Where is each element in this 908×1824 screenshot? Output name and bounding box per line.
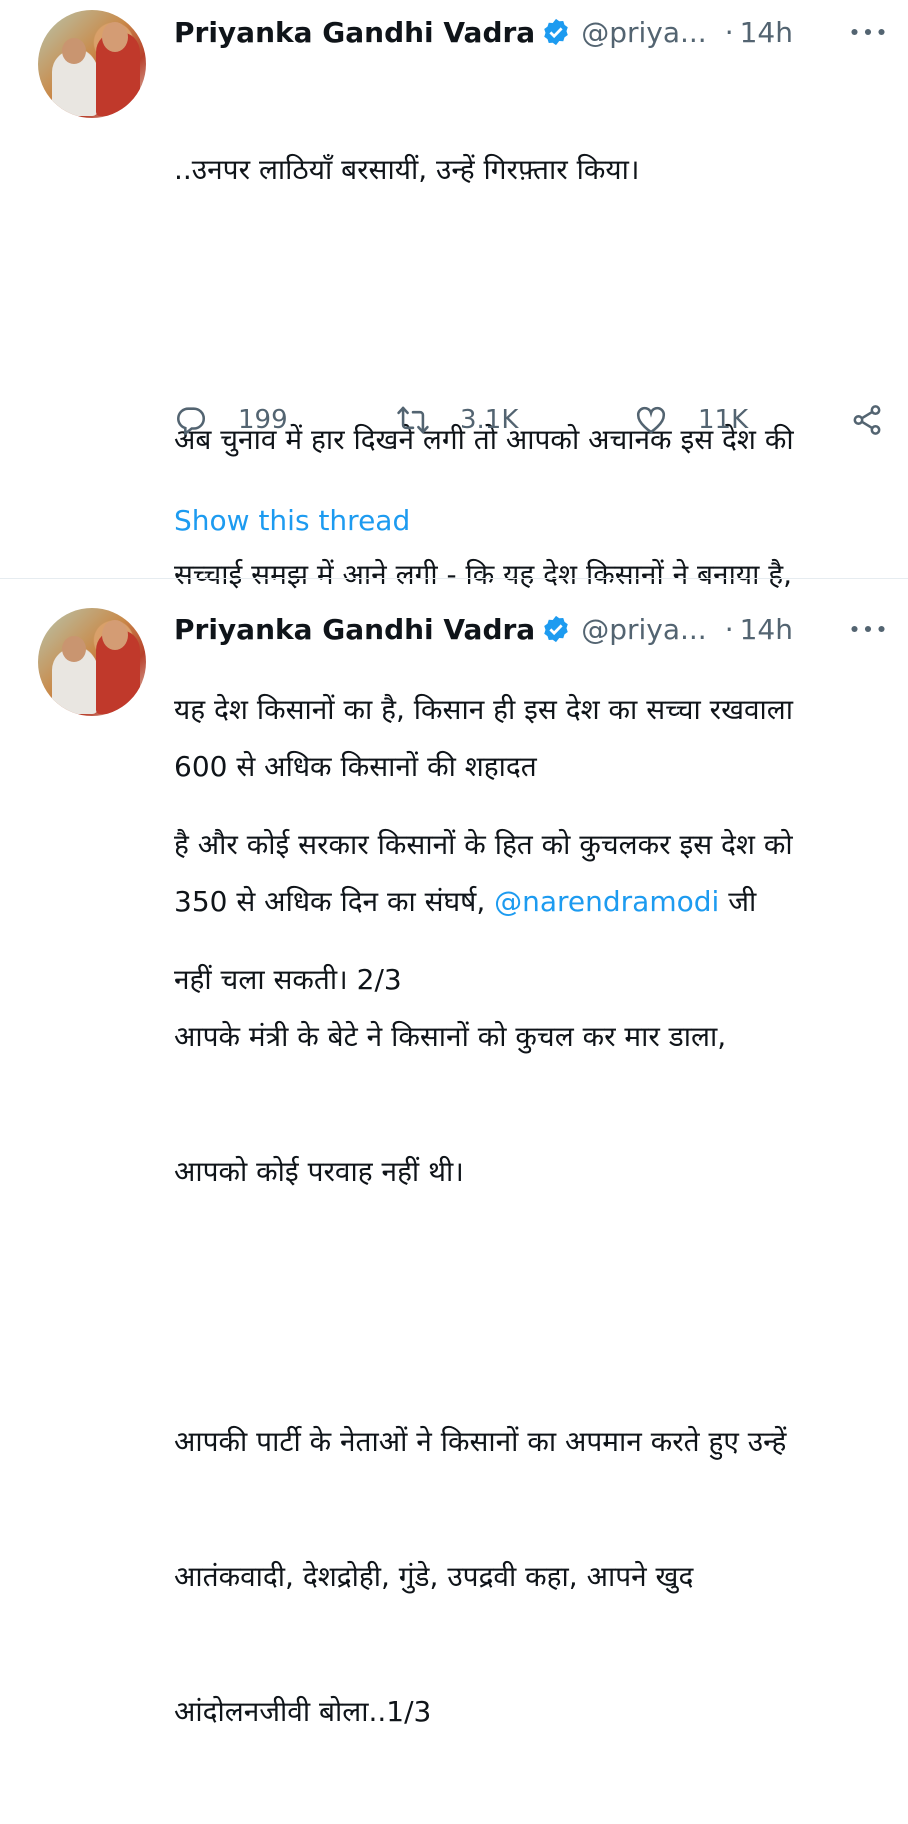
like-button[interactable]: 11K	[634, 396, 748, 444]
retweet-icon	[397, 406, 429, 434]
tweet-line: सच्चाई समझ में आने लगी - कि यह देश किसान…	[174, 558, 792, 591]
reply-count: 199	[238, 405, 288, 435]
author-handle[interactable]: @priya...	[581, 16, 707, 49]
timestamp[interactable]: 14h	[740, 613, 793, 646]
reply-button[interactable]: 199	[174, 396, 288, 444]
author-name[interactable]: Priyanka Gandhi Vadra	[174, 613, 535, 646]
retweet-count: 3.1K	[460, 405, 519, 435]
share-button[interactable]	[850, 396, 884, 444]
author-name[interactable]: Priyanka Gandhi Vadra	[174, 16, 535, 49]
tweet-header: Priyanka Gandhi Vadra @priya... · 14h	[174, 609, 793, 649]
tweet-line-text: जी	[719, 885, 757, 918]
more-icon[interactable]	[848, 614, 888, 644]
avatar[interactable]	[38, 10, 146, 118]
share-icon	[853, 405, 881, 435]
more-icon[interactable]	[848, 17, 888, 47]
tweet-line: आपके मंत्री के बेटे ने किसानों को कुचल क…	[174, 1020, 727, 1053]
show-thread-link[interactable]: Show this thread	[174, 504, 410, 537]
like-count: 11K	[698, 405, 749, 435]
timestamp[interactable]: 14h	[740, 16, 793, 49]
tweet-line-text: 350 से अधिक दिन का संघर्ष,	[174, 885, 495, 918]
tweet-line: आपको कोई परवाह नहीं थी।	[174, 1155, 464, 1188]
tweet-text: 600 से अधिक किसानों की शहादत 350 से अधिक…	[174, 654, 886, 1824]
tweet-line	[174, 282, 886, 327]
tweet-line: ..उनपर लाठियाँ बरसायीं, उन्हें गिरफ़्तार…	[174, 153, 640, 186]
author-handle[interactable]: @priya...	[581, 613, 707, 646]
like-icon	[636, 406, 666, 434]
tweet-header: Priyanka Gandhi Vadra @priya... · 14h	[174, 12, 793, 52]
avatar[interactable]	[38, 608, 146, 716]
tweet-line: आपकी पार्टी के नेताओं ने किसानों का अपमा…	[174, 1425, 787, 1458]
retweet-button[interactable]: 3.1K	[396, 396, 518, 444]
tweet-line: 600 से अधिक किसानों की शहादत	[174, 750, 537, 783]
verified-badge-icon	[541, 17, 571, 47]
tweet-actions: 199 3.1K 11K	[174, 396, 894, 444]
mention-link[interactable]: @narendramodi	[494, 885, 719, 918]
tweet-line: 350 से अधिक दिन का संघर्ष, @narendramodi…	[174, 879, 886, 924]
tweet-line: आंदोलनजीवी बोला..1/3	[174, 1695, 432, 1728]
tweet-line: आतंकवादी, देशद्रोही, गुंडे, उपद्रवी कहा,…	[174, 1560, 694, 1593]
separator: ·	[724, 15, 734, 49]
reply-icon	[177, 407, 206, 437]
verified-badge-icon	[541, 614, 571, 644]
separator: ·	[724, 612, 734, 646]
tweet-divider	[0, 578, 908, 579]
